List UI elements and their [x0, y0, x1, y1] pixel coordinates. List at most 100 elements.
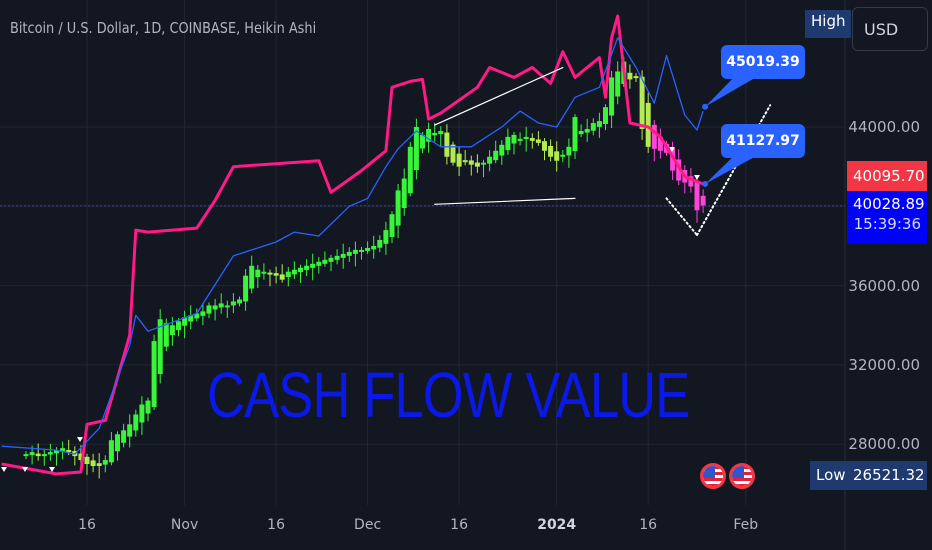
candle-body [298, 267, 303, 273]
candle-body [96, 463, 102, 467]
candle-body [310, 263, 316, 268]
candle-body [432, 132, 438, 136]
current-price-value: 40028.89 [853, 195, 925, 213]
candle-body [371, 245, 377, 250]
candle-body [584, 128, 590, 133]
candle-body [261, 271, 267, 274]
candle-body [523, 136, 529, 140]
y-tick-label: 28000.00 [848, 435, 920, 453]
candle-body [481, 162, 486, 165]
candle-body [23, 454, 29, 457]
callout-blue-line-value: 45019.39 [721, 45, 805, 79]
x-tick-label: 16 [78, 517, 96, 533]
us-flag-event-icon[interactable] [700, 463, 726, 489]
candle-body [273, 273, 279, 276]
candle-body [590, 123, 596, 131]
candle-body [200, 311, 206, 316]
candle-body [285, 271, 291, 278]
candle-body [127, 424, 133, 437]
callout-anchor-dot [702, 103, 709, 110]
candle-body [291, 269, 297, 275]
callout-pink-line-value: 41127.97 [721, 124, 805, 158]
callout-anchor-dot [702, 180, 709, 187]
candle-body [206, 305, 212, 314]
chart-title: Bitcoin / U.S. Dollar, 1D, COINBASE, Hei… [10, 19, 317, 37]
candle-body [377, 240, 383, 248]
candle-body [151, 341, 157, 408]
candle-body [249, 265, 255, 289]
candle-body [615, 71, 621, 97]
candle-body [645, 102, 651, 147]
candle-body [578, 130, 584, 135]
candle-body [383, 230, 389, 244]
candle-body [41, 454, 47, 457]
candle-body [468, 160, 474, 165]
candle-body [548, 145, 554, 157]
candle-body [572, 117, 578, 152]
candle-body [346, 251, 352, 256]
candle-body [328, 257, 334, 262]
candle-body [639, 76, 645, 129]
candle-body [596, 121, 602, 127]
bar-countdown: 15:39:36 [853, 215, 921, 233]
candle-body [700, 195, 706, 206]
trendline [665, 197, 698, 237]
us-flag-event-icon[interactable] [729, 463, 755, 489]
x-tick-label: Dec [354, 517, 382, 533]
y-tick-label: 36000.00 [848, 277, 920, 295]
candle-body [365, 247, 371, 251]
candle-body [255, 269, 261, 278]
candle-body [505, 136, 511, 151]
candle-body [694, 181, 700, 211]
candle-body [493, 150, 499, 161]
candle-body [47, 452, 53, 455]
candle-body [224, 305, 230, 308]
candle-body [474, 162, 480, 167]
candle-body [511, 134, 517, 144]
candle-body [121, 430, 127, 443]
x-tick-label: 16 [450, 517, 469, 533]
candle-body [139, 404, 145, 423]
candle-body [169, 325, 175, 335]
candle-body [230, 301, 236, 306]
candle-body [529, 137, 535, 141]
candle-body [322, 259, 328, 264]
candle-body [84, 456, 90, 465]
trendline [434, 66, 564, 126]
y-tick-label: 32000.00 [848, 356, 920, 374]
candle-body [352, 249, 358, 254]
candle-body [499, 144, 505, 156]
candle-body [145, 400, 151, 414]
current-price-badge: 40028.89 15:39:36 [847, 191, 927, 244]
candle-body [243, 275, 249, 302]
candle-body [237, 299, 242, 304]
candle-body [316, 261, 322, 266]
chart-canvas[interactable] [0, 0, 932, 550]
candle-body [340, 253, 346, 258]
y-tick-label: 44000.00 [848, 118, 920, 136]
high-badge: High [805, 10, 852, 38]
signal-marker-icon [1, 467, 7, 472]
x-tick-label: Feb [733, 517, 759, 533]
x-tick-label: 16 [639, 517, 658, 533]
low-value: 26521.32 [847, 461, 927, 490]
candle-body [395, 190, 401, 226]
currency-selector[interactable]: USD [852, 7, 928, 51]
candle-body [560, 154, 566, 157]
candle-body [401, 178, 407, 209]
candle-body [554, 151, 560, 161]
candle-body [627, 72, 633, 80]
candle-body [633, 76, 639, 79]
x-tick-label: 16 [267, 517, 286, 533]
candle-body [279, 274, 285, 280]
candle-body [487, 156, 493, 164]
candle-body [609, 77, 615, 116]
chart-root[interactable]: Bitcoin / U.S. Dollar, 1D, COINBASE, Hei… [0, 0, 932, 550]
candle-body [535, 139, 541, 143]
last-price-badge: 40095.70 [847, 161, 927, 191]
candle-body [359, 249, 364, 252]
candle-body [407, 146, 413, 194]
candle-body [389, 214, 395, 237]
candle-body [438, 130, 444, 135]
candle-body [90, 460, 96, 467]
